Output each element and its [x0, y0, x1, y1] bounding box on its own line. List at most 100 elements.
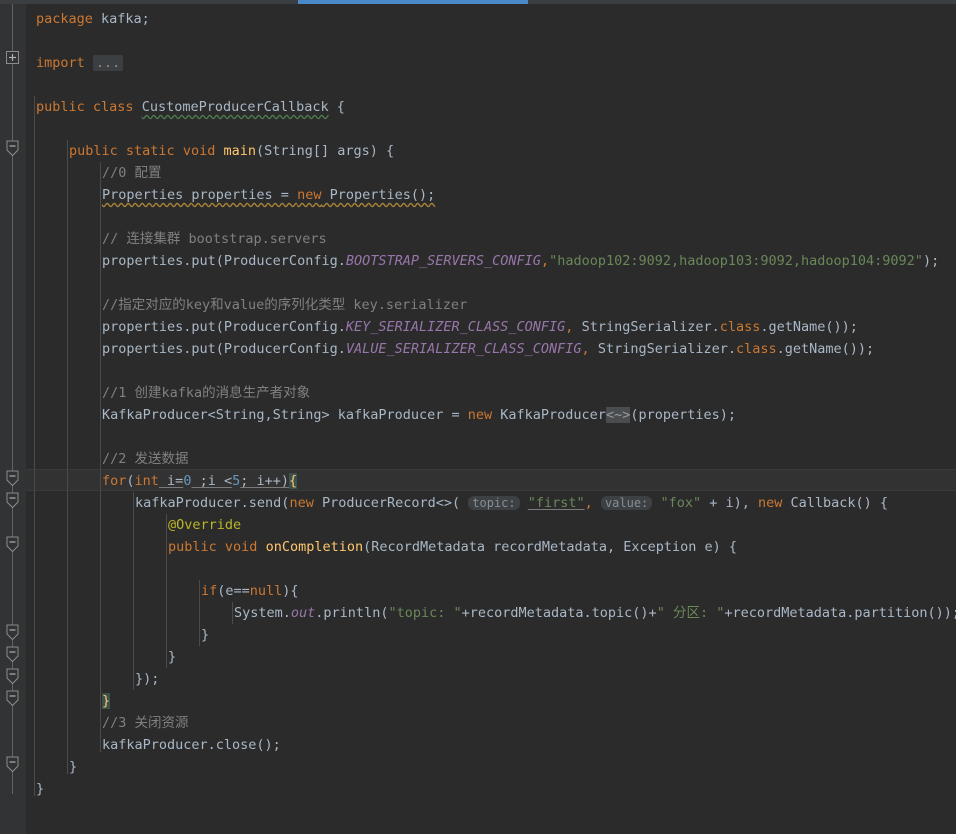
- collapse-fold-icon[interactable]: [5, 668, 20, 685]
- code-line[interactable]: for(int i=0 ;i <5; i++){: [102, 470, 298, 492]
- closing-brace: }: [69, 759, 78, 775]
- code-line[interactable]: public static void main(String[] args) {: [69, 140, 394, 162]
- keyword-public: public: [36, 99, 85, 115]
- collapse-fold-icon[interactable]: [5, 690, 20, 707]
- code-area[interactable]: package kafka; import ... public class C…: [26, 4, 956, 834]
- if-condition-suffix: ){: [282, 583, 299, 599]
- static-constant-key-serializer: KEY_SERIALIZER_CLASS_CONFIG: [345, 319, 566, 335]
- indent-guide: [67, 140, 68, 774]
- indent-guide: [100, 162, 101, 752]
- collapse-fold-icon[interactable]: [5, 756, 20, 773]
- code-line[interactable]: properties.put(ProducerConfig.KEY_SERIAL…: [102, 316, 858, 338]
- keyword-package: package: [36, 11, 93, 27]
- code-line[interactable]: import ...: [36, 52, 124, 74]
- inlay-hint-topic: topic:: [468, 496, 520, 510]
- method-name-oncompletion: onCompletion: [265, 539, 364, 555]
- code-line-comment: //0 配置: [102, 165, 162, 181]
- call-close: );: [922, 253, 940, 269]
- class-name: CustomeProducerCallback: [141, 99, 329, 115]
- keyword-null: null: [249, 583, 283, 599]
- kafka-producer-constructor: KafkaProducer: [492, 407, 606, 423]
- get-name-call: .getName());: [760, 319, 858, 335]
- code-line[interactable]: Properties properties = new Properties()…: [102, 184, 435, 206]
- topic-string-literal: "first": [527, 495, 585, 511]
- code-line[interactable]: public void onCompletion(RecordMetadata …: [168, 536, 737, 558]
- folded-import-placeholder[interactable]: ...: [92, 55, 124, 71]
- matching-brace-open: {: [289, 473, 298, 489]
- put-call-prefix: properties.put(ProducerConfig.: [102, 341, 346, 357]
- put-call-prefix: properties.put(ProducerConfig.: [102, 319, 346, 335]
- system-ref: System.: [234, 605, 291, 621]
- bootstrap-servers-value: "hadoop102:9092,hadoop103:9092,hadoop104…: [549, 253, 923, 269]
- matching-brace-close: }: [102, 693, 111, 709]
- put-call-prefix: properties.put(ProducerConfig.: [102, 253, 346, 269]
- keyword-void: void: [182, 143, 216, 159]
- anon-class-close: });: [135, 671, 160, 687]
- keyword-class: class: [92, 99, 134, 115]
- code-line[interactable]: public class CustomeProducerCallback {: [36, 96, 345, 118]
- method-name-main: main: [223, 143, 257, 159]
- code-line[interactable]: properties.put(ProducerConfig.BOOTSTRAP_…: [102, 250, 939, 272]
- partition-label-string: " 分区: ": [656, 605, 725, 621]
- keyword-void: void: [224, 539, 258, 555]
- callback-anon-class: Callback() {: [782, 495, 889, 511]
- code-line-comment: //3 关闭资源: [102, 715, 189, 731]
- properties-declaration: Properties properties =: [102, 187, 298, 203]
- expand-fold-icon[interactable]: [5, 50, 20, 65]
- kafka-producer-declaration: KafkaProducer<String,String> kafkaProduc…: [102, 407, 468, 423]
- code-line[interactable]: KafkaProducer<String,String> kafkaProduc…: [102, 404, 736, 426]
- keyword-import: import: [36, 55, 85, 71]
- partition-concat: +recordMetadata.partition());: [724, 605, 956, 621]
- collapse-fold-icon[interactable]: [5, 646, 20, 663]
- collapse-fold-icon[interactable]: [5, 492, 20, 509]
- code-line-comment: // 连接集群 bootstrap.servers: [102, 231, 327, 247]
- close-producer-call: kafkaProducer.close();: [102, 737, 281, 753]
- properties-constructor: Properties();: [321, 187, 436, 203]
- code-line[interactable]: System.out.println("topic: "+recordMetad…: [234, 602, 956, 624]
- indent-guide: [34, 96, 35, 796]
- generic-diamond-hint[interactable]: <~>: [605, 407, 631, 423]
- arg-separator: ,: [584, 495, 601, 511]
- collapse-fold-icon[interactable]: [5, 470, 20, 487]
- keyword-for: for: [102, 473, 127, 489]
- closing-brace: }: [201, 627, 210, 643]
- code-line[interactable]: package kafka;: [36, 8, 150, 30]
- oncompletion-parameters: (RecordMetadata recordMetadata, Exceptio…: [363, 539, 737, 555]
- collapse-fold-icon[interactable]: [5, 624, 20, 641]
- loop-increment: ; i++): [240, 473, 290, 489]
- keyword-public: public: [168, 539, 217, 555]
- get-name-call: .getName());: [776, 341, 875, 357]
- string-serializer-ref: StringSerializer.: [573, 319, 720, 335]
- string-serializer-ref: StringSerializer.: [589, 341, 736, 357]
- keyword-class-literal: class: [719, 319, 761, 335]
- code-line[interactable]: properties.put(ProducerConfig.VALUE_SERI…: [102, 338, 874, 360]
- code-line[interactable]: }: [102, 690, 111, 712]
- code-line[interactable]: if(e==null){: [201, 580, 299, 602]
- keyword-class-literal: class: [736, 341, 777, 357]
- keyword-new: new: [467, 407, 493, 423]
- keyword-new: new: [297, 187, 322, 203]
- value-concat: + i),: [701, 495, 758, 511]
- value-string-literal: "fox": [660, 495, 702, 511]
- collapse-fold-icon[interactable]: [5, 536, 20, 553]
- code-line-comment: //2 发送数据: [102, 451, 189, 467]
- package-name: [93, 11, 101, 27]
- for-open-paren: (: [126, 473, 135, 489]
- loop-var-init: i=: [158, 473, 184, 489]
- indent-guide: [133, 492, 134, 690]
- editor-gutter[interactable]: [0, 4, 26, 834]
- collapse-fold-icon[interactable]: [5, 140, 20, 157]
- indent-guide: [232, 602, 233, 624]
- code-editor[interactable]: package kafka; import ... public class C…: [0, 4, 956, 834]
- code-line[interactable]: kafkaProducer.send(new ProducerRecord<>(…: [135, 492, 888, 514]
- code-line-comment: //1 创建kafka的消息生产者对象: [102, 385, 311, 401]
- constructor-args: (properties);: [630, 407, 736, 423]
- keyword-static: static: [125, 143, 175, 159]
- inlay-hint-value: value:: [600, 496, 653, 510]
- static-constant-value-serializer: VALUE_SERIALIZER_CLASS_CONFIG: [345, 341, 582, 357]
- indent-guide: [199, 580, 200, 646]
- keyword-new: new: [289, 495, 314, 511]
- number-five: 5: [232, 473, 241, 489]
- indent-guide: [166, 514, 167, 668]
- keyword-new: new: [757, 495, 783, 511]
